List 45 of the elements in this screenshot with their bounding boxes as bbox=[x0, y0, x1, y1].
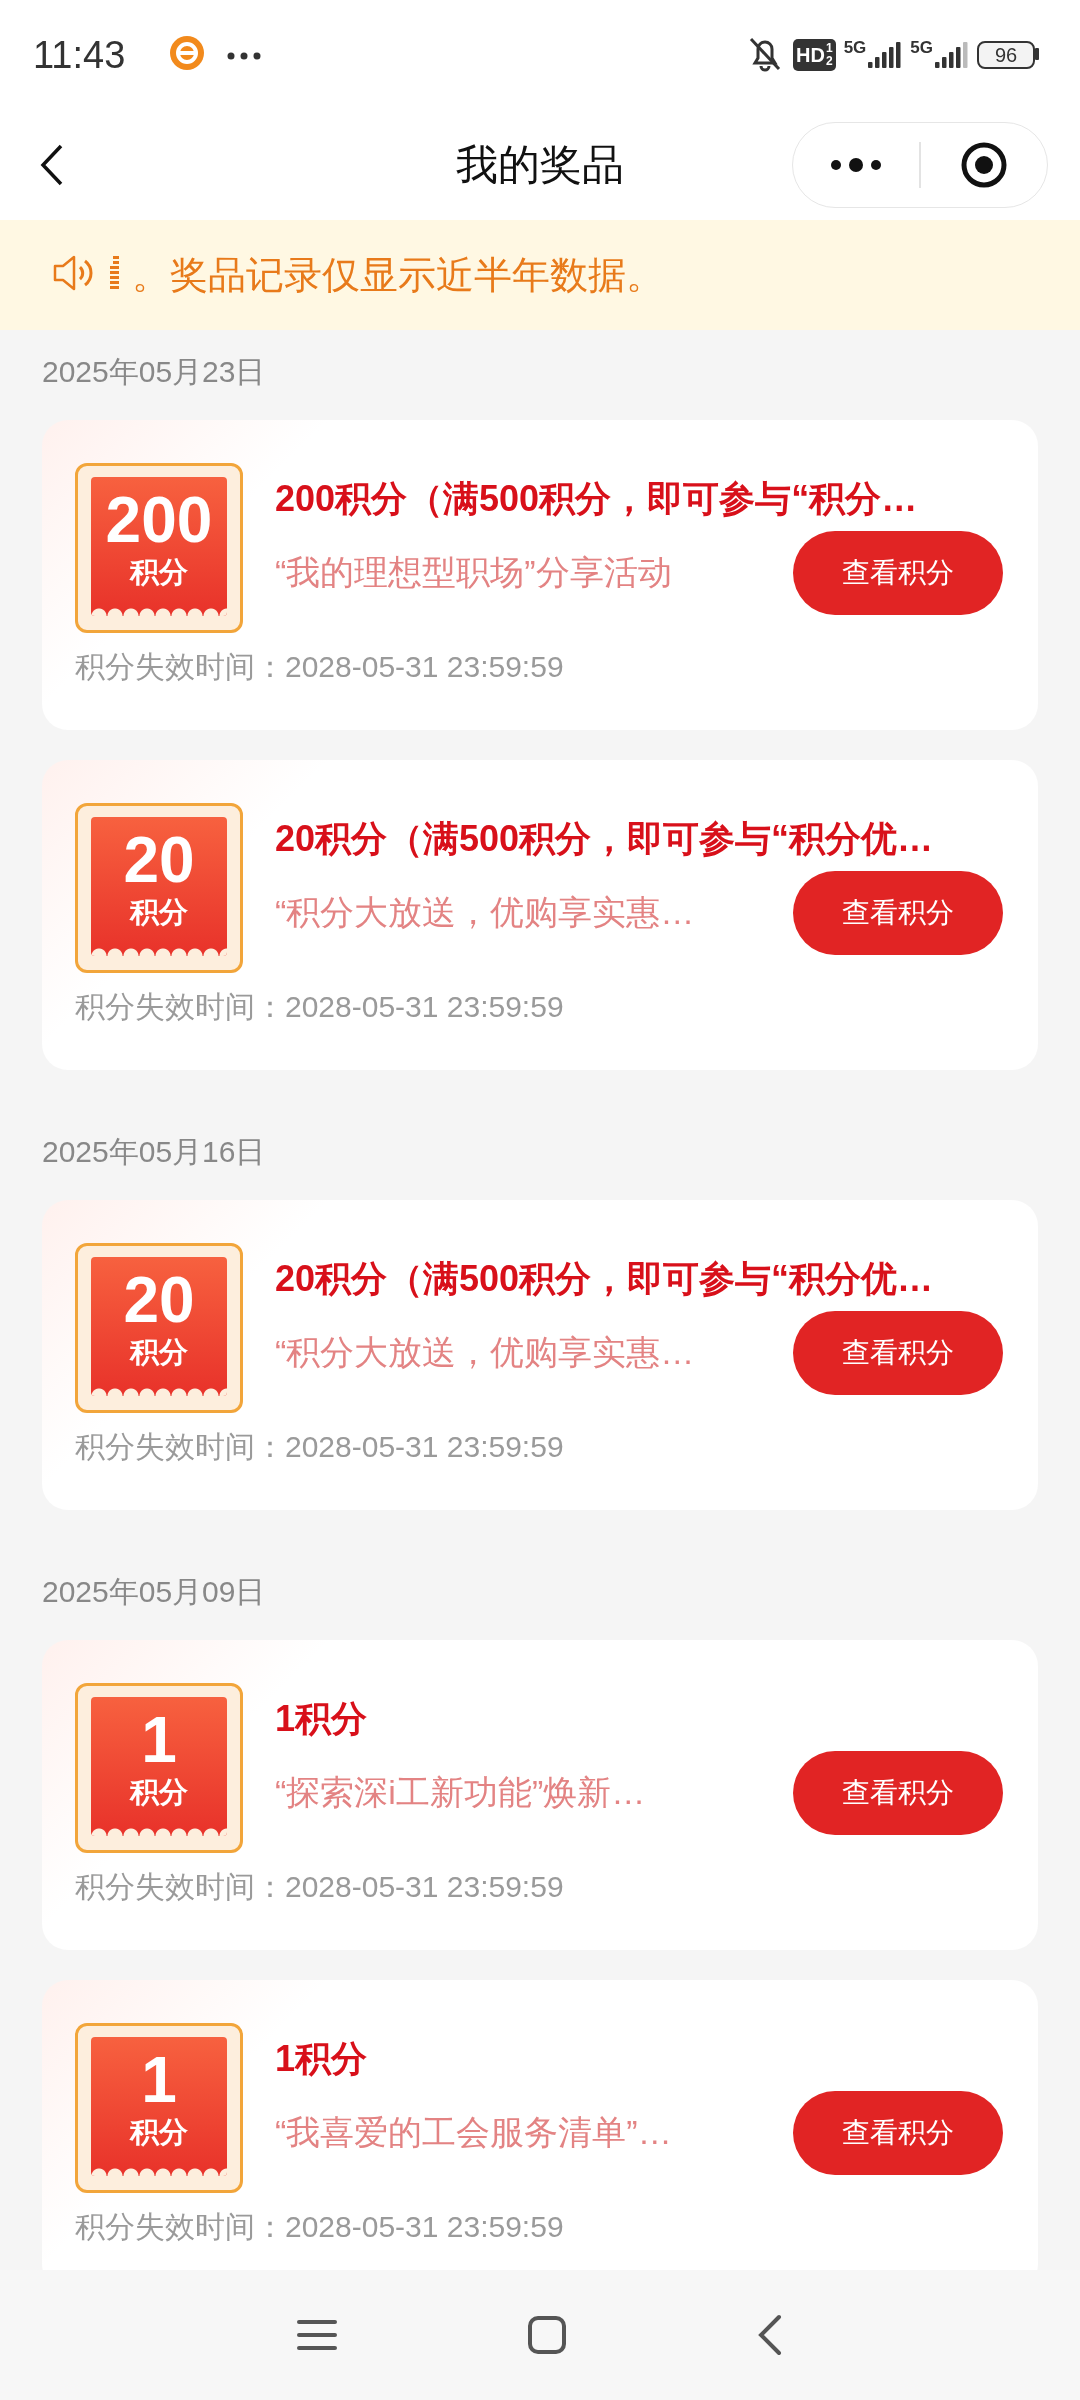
points-amount: 1 bbox=[141, 1705, 177, 1775]
prize-title: 20积分（满500积分，即可参与“积分优… bbox=[275, 1257, 935, 1301]
points-amount: 1 bbox=[141, 2045, 177, 2115]
expiry-time: 积分失效时间：2028-05-31 23:59:59 bbox=[75, 1429, 565, 1465]
points-unit: 积分 bbox=[130, 1335, 188, 1369]
back-chevron-icon bbox=[40, 143, 64, 187]
points-unit: 积分 bbox=[130, 555, 188, 589]
expiry-time: 积分失效时间：2028-05-31 23:59:59 bbox=[75, 1869, 565, 1905]
points-unit: 积分 bbox=[130, 2115, 188, 2149]
expiry-time: 积分失效时间：2028-05-31 23:59:59 bbox=[75, 2209, 565, 2245]
prize-source: “我的理想型职场”分享活动 bbox=[275, 552, 673, 593]
view-points-button[interactable]: 查看积分 bbox=[793, 871, 1003, 955]
points-unit: 积分 bbox=[130, 1775, 188, 1809]
view-points-button[interactable]: 查看积分 bbox=[793, 1311, 1003, 1395]
points-amount: 20 bbox=[123, 1265, 195, 1335]
home-button[interactable] bbox=[527, 2315, 567, 2355]
target-icon bbox=[960, 142, 1007, 188]
view-points-button[interactable]: 查看积分 bbox=[793, 1751, 1003, 1835]
expiry-time: 积分失效时间：2028-05-31 23:59:59 bbox=[75, 649, 565, 685]
more-icon bbox=[829, 158, 884, 172]
page-title: 我的奖品 bbox=[455, 140, 625, 190]
back-nav-button[interactable] bbox=[757, 2314, 783, 2356]
date-label: 2025年05月09日 bbox=[42, 1574, 267, 1610]
expiry-time: 积分失效时间：2028-05-31 23:59:59 bbox=[75, 989, 565, 1025]
prize-title: 1积分 bbox=[275, 1697, 369, 1741]
prize-source: “我喜爱的工会服务清单”… bbox=[275, 2112, 673, 2153]
date-label: 2025年05月16日 bbox=[42, 1134, 267, 1170]
prize-source: “积分大放送，优购享实惠… bbox=[275, 1332, 696, 1373]
prize-title: 20积分（满500积分，即可参与“积分优… bbox=[275, 817, 935, 861]
points-amount: 200 bbox=[105, 485, 213, 555]
points-amount: 20 bbox=[123, 825, 195, 895]
points-unit: 积分 bbox=[130, 895, 188, 929]
prize-source: “探索深i工新功能”焕新… bbox=[275, 1772, 647, 1813]
menu-button[interactable] bbox=[297, 2317, 337, 2353]
notice-text: 。奖品记录仅显示近半年数据。 bbox=[132, 252, 664, 298]
date-label: 2025年05月23日 bbox=[42, 354, 267, 390]
battery-level: 96 bbox=[977, 41, 1035, 69]
network-label: 5G bbox=[843, 38, 867, 58]
clock-time: 11:43 bbox=[33, 33, 126, 77]
prize-title: 1积分 bbox=[275, 2037, 369, 2081]
view-points-button[interactable]: 查看积分 bbox=[793, 2091, 1003, 2175]
prize-title: 200积分（满500积分，即可参与“积分… bbox=[275, 477, 919, 521]
prize-source: “积分大放送，优购享实惠… bbox=[275, 892, 696, 933]
view-points-button[interactable]: 查看积分 bbox=[793, 531, 1003, 615]
network-label: 5G bbox=[910, 38, 933, 58]
